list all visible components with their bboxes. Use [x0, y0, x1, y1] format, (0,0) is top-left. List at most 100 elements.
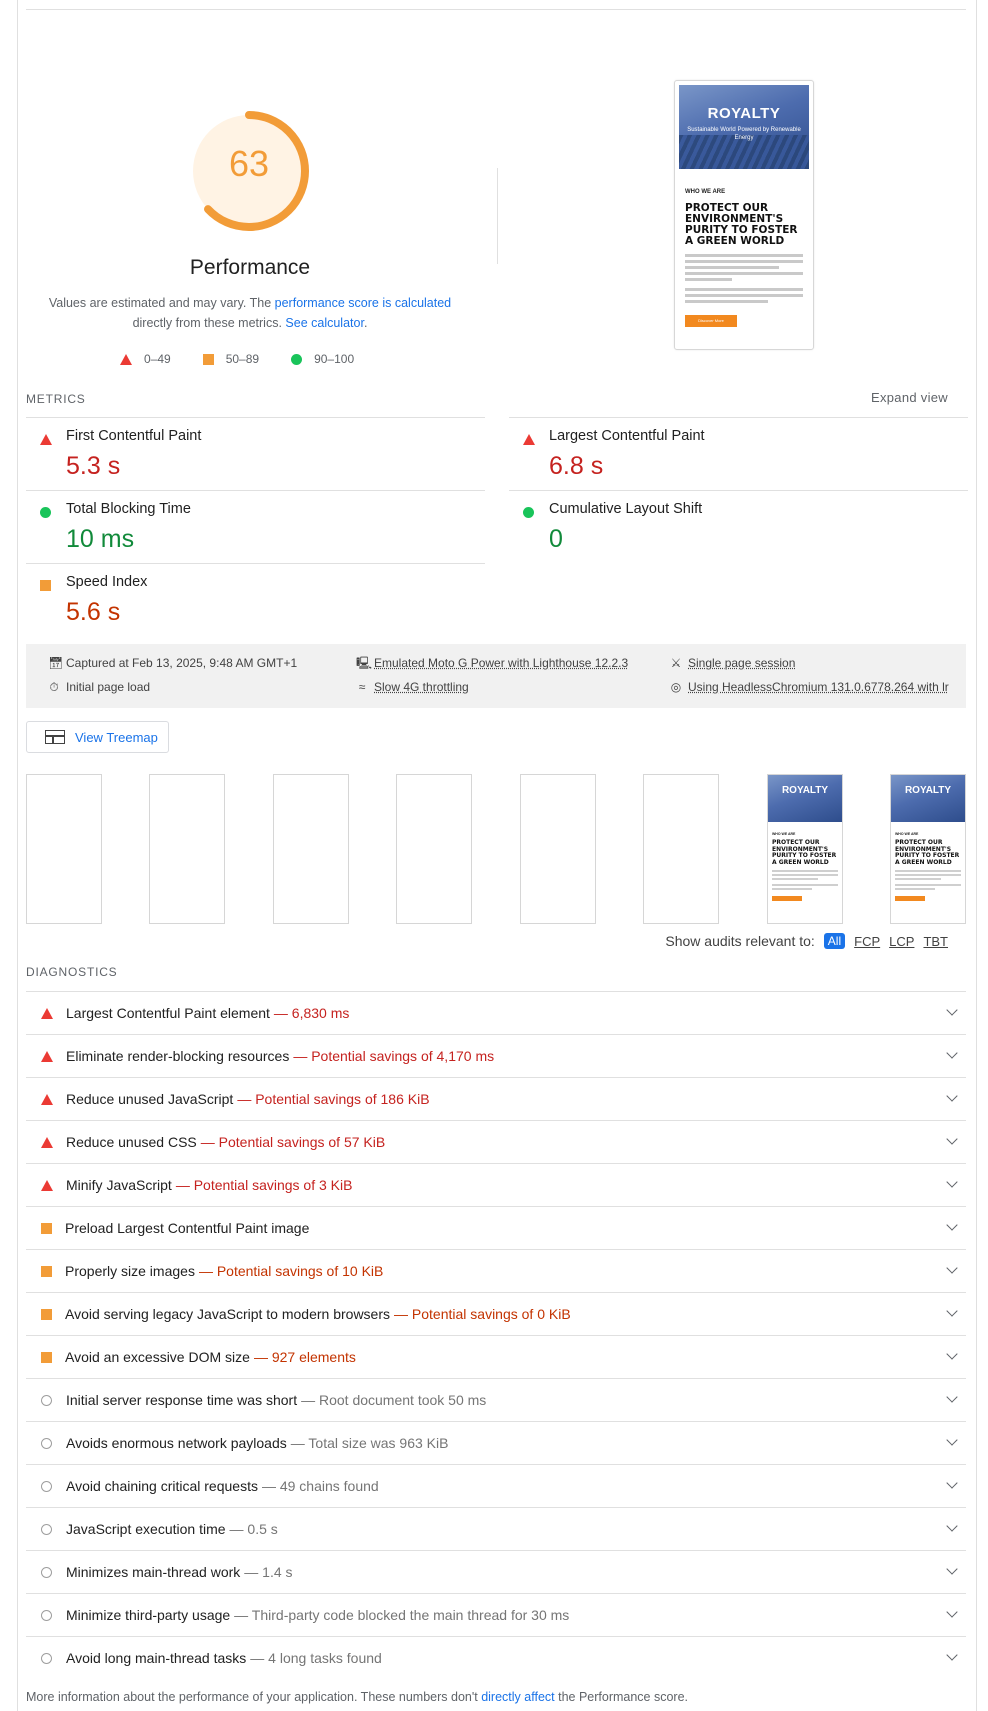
audit-row[interactable]: Minify JavaScript — Potential savings of … [26, 1163, 966, 1206]
score-calculated-link[interactable]: performance score is calculated [275, 296, 451, 310]
preview-text-line [685, 300, 768, 303]
calendar-icon: 📅︎ [48, 656, 64, 670]
audit-display-value: — Potential savings of 4,170 ms [293, 1048, 495, 1064]
fail-triangle-icon [41, 1180, 53, 1191]
audit-title: Avoids enormous network payloads [66, 1435, 287, 1451]
audit-title-wrap: Minify JavaScript — Potential savings of … [66, 1177, 352, 1193]
chevron-down-icon[interactable] [946, 1262, 958, 1274]
audit-title-wrap: Eliminate render-blocking resources — Pot… [66, 1048, 494, 1064]
audit-row[interactable]: Reduce unused CSS — Potential savings of … [26, 1120, 966, 1163]
audit-title: JavaScript execution time [66, 1521, 226, 1537]
expand-view-toggle[interactable]: Expand view [871, 390, 948, 405]
score-legend: 0–49 50–89 90–100 [120, 352, 354, 366]
audit-row[interactable]: Avoids enormous network payloads — Total … [26, 1421, 966, 1464]
final-screenshot[interactable]: ROYALTY Sustainable World Powered by Ren… [674, 80, 814, 350]
metric-value: 10 ms [66, 525, 135, 553]
metric-fcp: First Contentful Paint 5.3 s [26, 417, 485, 490]
filmstrip-frame: ROYALTY WHO WE ARE PROTECT OUR ENVIRONME… [767, 774, 843, 924]
audit-display-value: — 1.4 s [244, 1564, 293, 1580]
chevron-down-icon[interactable] [946, 1391, 958, 1403]
audit-display-value: — Potential savings of 10 KiB [198, 1263, 384, 1279]
audit-status-icon [41, 1524, 52, 1535]
chevron-down-icon[interactable] [946, 1133, 958, 1145]
metric-name: Speed Index [66, 574, 148, 590]
thumb-brand: ROYALTY [768, 775, 842, 822]
pass-circle-icon [523, 507, 534, 518]
preview-hero: ROYALTY Sustainable World Powered by Ren… [679, 85, 809, 169]
audit-row[interactable]: Minimize third-party usage — Third-party … [26, 1593, 966, 1636]
chevron-down-icon[interactable] [946, 1649, 958, 1661]
chevron-down-icon[interactable] [946, 1219, 958, 1231]
audit-title-wrap: Properly size images — Potential savings … [65, 1263, 383, 1279]
audit-title: Avoid an excessive DOM size [65, 1349, 250, 1365]
info-circle-icon [41, 1653, 52, 1664]
filter-all[interactable]: All [823, 933, 846, 949]
thumb-line [772, 874, 838, 876]
audit-row[interactable]: JavaScript execution time — 0.5 s [26, 1507, 966, 1550]
audit-row[interactable]: Reduce unused JavaScript — Potential savi… [26, 1077, 966, 1120]
info-circle-icon [41, 1524, 52, 1535]
audit-row[interactable]: Properly size images — Potential savings … [26, 1249, 966, 1292]
thumb-line [772, 888, 812, 890]
chevron-down-icon[interactable] [946, 1477, 958, 1489]
diagnostics-heading: DIAGNOSTICS [26, 965, 118, 979]
audit-row[interactable]: Avoid an excessive DOM size — 927 element… [26, 1335, 966, 1378]
session-icon: ⚔︎ [670, 656, 682, 670]
metrics-heading: METRICS [26, 392, 86, 406]
chevron-down-icon[interactable] [946, 1434, 958, 1446]
browser-version[interactable]: ◎ Using HeadlessChromium 131.0.6778.264 w… [670, 680, 964, 694]
audit-title-wrap: Reduce unused CSS — Potential savings of … [66, 1134, 385, 1150]
chevron-down-icon[interactable] [946, 1348, 958, 1360]
audit-title: Minimize third-party usage [66, 1607, 231, 1623]
chevron-down-icon[interactable] [946, 1176, 958, 1188]
throttling[interactable]: ≈ Slow 4G throttling [356, 680, 469, 694]
emulated-device[interactable]: 🖳︎ Emulated Moto G Power with Lighthouse … [356, 656, 628, 670]
audit-title: Avoid serving legacy JavaScript to moder… [65, 1306, 391, 1322]
directly-affect-link[interactable]: directly affect [481, 1690, 554, 1704]
filter-lcp[interactable]: LCP [889, 934, 914, 949]
performance-score: 63 [228, 143, 270, 184]
audit-status-icon [41, 1352, 52, 1363]
chevron-down-icon[interactable] [946, 1606, 958, 1618]
preview-text-line [685, 266, 780, 269]
view-treemap-button[interactable]: View Treemap [26, 721, 169, 753]
audit-title: Eliminate render-blocking resources [66, 1048, 290, 1064]
audit-row[interactable]: Initial server response time was short — … [26, 1378, 966, 1421]
audit-display-value: — Third-party code blocked the main thre… [234, 1607, 570, 1623]
audit-title: Initial server response time was short [66, 1392, 298, 1408]
vertical-divider [497, 168, 498, 264]
audit-row[interactable]: Avoid chaining critical requests — 49 cha… [26, 1464, 966, 1507]
audit-status-icon [41, 1309, 52, 1320]
device-icon: 🖳︎ [356, 656, 373, 670]
audit-row[interactable]: Avoid long main-thread tasks — 4 long tas… [26, 1636, 966, 1679]
audit-display-value: — Root document took 50 ms [301, 1392, 487, 1408]
audit-row[interactable]: Largest Contentful Paint element — 6,830 … [26, 991, 966, 1034]
metric-name: Largest Contentful Paint [549, 428, 705, 444]
chevron-down-icon[interactable] [946, 1563, 958, 1575]
audit-row[interactable]: Preload Largest Contentful Paint image [26, 1206, 966, 1249]
filter-fcp[interactable]: FCP [854, 934, 880, 949]
audit-row[interactable]: Avoid serving legacy JavaScript to moder… [26, 1292, 966, 1335]
legend-item-average: 50–89 [202, 352, 259, 366]
chevron-down-icon[interactable] [946, 1004, 958, 1016]
chevron-down-icon[interactable] [946, 1520, 958, 1532]
metric-name: Total Blocking Time [66, 501, 191, 517]
fail-triangle-icon [40, 434, 52, 445]
preview-text-line [685, 278, 733, 281]
wifi-icon: ≈ [358, 680, 366, 694]
audit-display-value: — 6,830 ms [273, 1005, 350, 1021]
filmstrip-frame [149, 774, 225, 924]
preview-button: Discover More [685, 315, 737, 327]
chevron-down-icon[interactable] [946, 1047, 958, 1059]
filter-tbt[interactable]: TBT [923, 934, 948, 949]
session-type[interactable]: ⚔︎ Single page session [670, 656, 796, 670]
thumb-eyebrow: WHO WE ARE [772, 832, 796, 836]
filmstrip-frame [643, 774, 719, 924]
audit-row[interactable]: Eliminate render-blocking resources — Pot… [26, 1034, 966, 1077]
fail-triangle-icon [523, 434, 535, 445]
audit-row[interactable]: Minimizes main-thread work — 1.4 s [26, 1550, 966, 1593]
audit-status-icon [41, 1223, 52, 1234]
see-calculator-link[interactable]: See calculator [285, 316, 364, 330]
chevron-down-icon[interactable] [946, 1090, 958, 1102]
chevron-down-icon[interactable] [946, 1305, 958, 1317]
